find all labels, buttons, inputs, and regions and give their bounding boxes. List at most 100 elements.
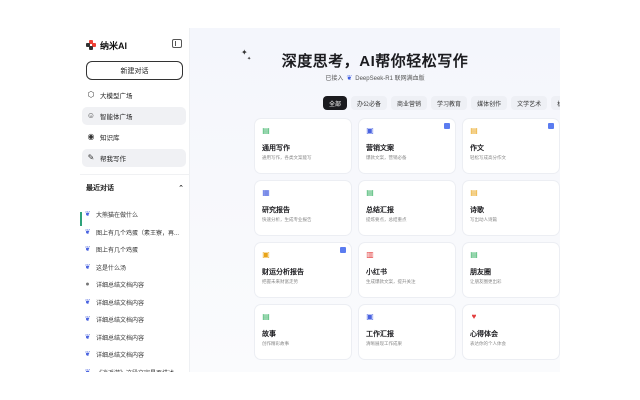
- recent-chat-label: 大熊猫在做什么: [96, 213, 139, 220]
- deepseek-whale-icon: ❦: [84, 316, 91, 324]
- sidebar-item-model-square[interactable]: ⬡ 大模型广场: [82, 86, 186, 104]
- recent-chat-label: 详细总结文档内容: [96, 318, 145, 325]
- chevron-up-icon[interactable]: ⌃: [178, 184, 184, 192]
- card-description: 生成爆款文案，提升关注: [366, 279, 416, 284]
- sidebar-item-agent-square[interactable]: ☺ 智能体广场: [82, 107, 186, 125]
- writing-card[interactable]: ♥ 心得体会 表达你的个人体会: [463, 305, 559, 359]
- sidebar-item-label: 帮我写作: [100, 156, 126, 163]
- card-title: 故事: [262, 331, 276, 338]
- writing-card[interactable]: ▤ 故事创作精彩故事: [255, 305, 351, 359]
- brand[interactable]: 纳米AI: [86, 38, 127, 52]
- deepseek-whale-icon: ❦: [346, 74, 353, 82]
- writing-card[interactable]: ▤ 朋友圈 让朋友圈更出彩: [463, 243, 559, 297]
- recent-chats-header[interactable]: 最近对话 ⌃: [86, 183, 184, 193]
- writing-card[interactable]: ▣ 营销文案 爆款文案，营销必备: [359, 119, 455, 173]
- card-description: 表达你的个人体会: [470, 341, 506, 346]
- person-avatar-icon: ●: [85, 281, 90, 289]
- category-tab[interactable]: 文学艺术: [511, 96, 548, 110]
- document-icon: ▤: [262, 126, 270, 135]
- recent-chat-label: 详细总结文档内容: [96, 353, 145, 360]
- recent-chat-label: 详细总结文档内容: [96, 335, 145, 342]
- recent-chat-label: 详细总结文档内容: [96, 300, 145, 307]
- deepseek-whale-icon: ❦: [84, 298, 91, 306]
- card-title: 诗歌: [470, 207, 484, 214]
- recent-chat-item[interactable]: ❦ 详细总结文档内容: [84, 294, 188, 312]
- main-panel: ✦ ✦ ✦ 深度思考，AI帮你轻松写作 已接入 ❦ DeepSeek-R1 联网…: [190, 28, 560, 372]
- finance-icon: ▣: [262, 250, 270, 259]
- sidebar-collapse-icon[interactable]: [172, 39, 182, 48]
- recent-chat-item[interactable]: ❦ 图上有几个鸡蛋（素王寮，再...: [84, 224, 188, 242]
- marketing-icon: ▣: [366, 126, 374, 135]
- deepseek-whale-icon: ❦: [84, 333, 91, 341]
- writing-card[interactable]: ▤ 总结汇报 提炼要点，总结重点: [359, 181, 455, 235]
- category-tab[interactable]: 学习教育: [431, 96, 468, 110]
- card-description: 爆款文案，营销必备: [366, 155, 407, 160]
- card-description: 提炼要点，总结重点: [366, 217, 407, 222]
- card-title: 研究报告: [262, 207, 290, 214]
- story-icon: ▤: [262, 312, 270, 321]
- card-description: 创作精彩故事: [262, 341, 289, 346]
- poem-icon: ▤: [470, 188, 478, 197]
- deepseek-whale-icon: ❦: [84, 211, 91, 219]
- recent-chat-item[interactable]: ● 详细总结文档内容: [84, 276, 188, 294]
- card-description: 清晰展现工作成果: [366, 341, 402, 346]
- card-description: 快速分析，生成专业报告: [262, 217, 312, 222]
- sidebar-item-knowledge-base[interactable]: ◉ 知识库: [82, 128, 186, 146]
- writing-card[interactable]: ▤ 通用写作 通用写作，各类文案能写: [255, 119, 351, 173]
- card-title: 工作汇报: [366, 331, 394, 338]
- recent-chat-item[interactable]: ❦ 详细总结文档内容: [84, 329, 188, 347]
- brand-logo-icon: [86, 40, 96, 50]
- sidebar-item-label: 智能体广场: [100, 114, 133, 121]
- sidebar: 纳米AI 新建对话 ⬡ 大模型广场 ☺ 智能体广场 ◉ 知识库 ✎ 帮我写作 最近对话 ⌃ ❦…: [80, 28, 190, 372]
- card-badge-icon: [340, 247, 346, 253]
- recent-chat-item[interactable]: ❦ 《逍遥游》这段文字是否描述...: [84, 364, 188, 372]
- card-description: 通用写作，各类文案能写: [262, 155, 312, 160]
- hero-subtitle-prefix: 已接入: [325, 76, 344, 82]
- brand-name: 纳米AI: [100, 40, 128, 51]
- writing-card[interactable]: ▤ 诗歌写出动人诗篇: [463, 181, 559, 235]
- new-chat-button[interactable]: 新建对话: [86, 61, 183, 80]
- deepseek-whale-icon: ❦: [84, 246, 91, 254]
- recent-chats-title: 最近对话: [86, 185, 114, 192]
- writing-card[interactable]: ▣ 工作汇报清晰展现工作成果: [359, 305, 455, 359]
- app-window: 纳米AI 新建对话 ⬡ 大模型广场 ☺ 智能体广场 ◉ 知识库 ✎ 帮我写作 最近对话 ⌃ ❦…: [80, 28, 560, 372]
- writing-card[interactable]: ▤ 作文 轻松写成高分作文: [463, 119, 559, 173]
- essay-icon: ▤: [470, 126, 478, 135]
- writing-icon: ✎: [87, 153, 95, 162]
- sidebar-item-writing[interactable]: ✎ 帮我写作: [82, 149, 186, 167]
- writing-card[interactable]: ▥ 小红书生成爆款文案，提升关注: [359, 243, 455, 297]
- card-title: 朋友圈: [470, 269, 491, 276]
- card-title: 财运分析报告: [262, 269, 304, 276]
- work-report-icon: ▣: [366, 312, 374, 321]
- category-tab[interactable]: 媒体创作: [471, 96, 508, 110]
- recent-chat-label: 图上有几个鸡蛋（素王寮，再...: [96, 230, 180, 237]
- model-square-icon: ⬡: [87, 90, 95, 99]
- summary-icon: ▤: [366, 188, 374, 197]
- writing-card[interactable]: ▣ 财运分析报告 把握未来财富走势: [255, 243, 351, 297]
- recent-chat-item[interactable]: ❦ 大熊猫在做什么: [84, 206, 188, 224]
- recent-chat-item[interactable]: ❦ 详细总结文档内容: [84, 346, 188, 364]
- category-tab[interactable]: 全部: [323, 96, 348, 110]
- deepseek-whale-icon: ❦: [84, 263, 91, 271]
- sidebar-item-label: 大模型广场: [100, 93, 133, 100]
- card-badge-icon: [444, 123, 450, 129]
- card-description: 写出动人诗篇: [470, 217, 497, 222]
- category-tab[interactable]: 机关公文: [551, 96, 560, 110]
- category-tab[interactable]: 商业营销: [391, 96, 428, 110]
- deepseek-whale-icon: ❦: [84, 351, 91, 359]
- writing-card[interactable]: ▦ 研究报告快速分析，生成专业报告: [255, 181, 351, 235]
- recent-chat-item[interactable]: ❦ 详细总结文档内容: [84, 311, 188, 329]
- sidebar-item-label: 知识库: [100, 135, 120, 142]
- recent-chat-label: 这是什么汤: [96, 265, 127, 272]
- report-icon: ▦: [262, 188, 270, 197]
- recent-chat-item[interactable]: ❦ 这是什么汤: [84, 259, 188, 277]
- card-title: 小红书: [366, 269, 387, 276]
- agent-square-icon: ☺: [86, 111, 96, 120]
- recent-chat-label: 详细总结文档内容: [96, 283, 145, 290]
- recent-chat-item[interactable]: ❦ 图上有几个鸡蛋: [84, 241, 188, 259]
- category-tab[interactable]: 办公必备: [351, 96, 388, 110]
- xiaohongshu-icon: ▥: [366, 250, 374, 259]
- card-title: 心得体会: [470, 331, 498, 338]
- hero-title: 深度思考，AI帮你轻松写作: [281, 53, 469, 70]
- recent-chats-list: ❦ 大熊猫在做什么 ❦ 图上有几个鸡蛋（素王寮，再... ❦ 图上有几个鸡蛋 ❦ 这是什么汤 ●…: [84, 206, 188, 372]
